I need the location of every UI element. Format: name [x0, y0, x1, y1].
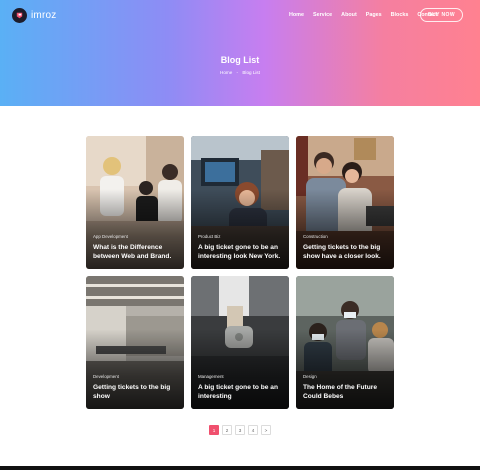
blog-card[interactable]: Construction Getting tickets to the big … — [296, 136, 394, 269]
nav-item-pages[interactable]: Pages — [366, 12, 382, 18]
next-page-button[interactable]: > — [261, 425, 271, 435]
blog-card-category[interactable]: Construction — [303, 234, 328, 239]
blog-card-title[interactable]: A big ticket gone to be an interesting — [198, 383, 284, 402]
breadcrumb-separator: - — [236, 70, 239, 75]
nav-item-home[interactable]: Home — [289, 12, 304, 18]
buy-now-button[interactable]: BUY NOW — [420, 8, 463, 22]
page-button[interactable]: 4 — [248, 425, 258, 435]
footer-bar — [0, 466, 480, 470]
page-title: Blog List — [220, 55, 260, 65]
blog-card[interactable]: Development Getting tickets to the big s… — [86, 276, 184, 409]
blog-card-category[interactable]: Management — [198, 374, 224, 379]
blog-card-category[interactable]: Product Biz — [198, 234, 220, 239]
nav-item-service[interactable]: Service — [313, 12, 332, 18]
logo-icon — [12, 8, 27, 23]
logo-text: imroz — [31, 10, 57, 21]
breadcrumb-current: Blog List — [242, 70, 260, 75]
blog-card[interactable]: Product Biz A big ticket gone to be an i… — [191, 136, 289, 269]
blog-card[interactable]: Management A big ticket gone to be an in… — [191, 276, 289, 409]
nav-item-about[interactable]: About — [341, 12, 357, 18]
blog-card-title[interactable]: What is the Difference between Web and B… — [93, 243, 179, 262]
breadcrumb: Home - Blog List — [0, 70, 480, 75]
page-button[interactable]: 3 — [235, 425, 245, 435]
blog-card[interactable]: Design The Home of the Future Could Bebe… — [296, 276, 394, 409]
nav-item-blocks[interactable]: Blocks — [391, 12, 409, 18]
blog-card-title[interactable]: The Home of the Future Could Bebes — [303, 383, 389, 402]
blog-card-title[interactable]: Getting tickets to the big show have a c… — [303, 243, 389, 262]
blog-card-title[interactable]: A big ticket gone to be an interesting l… — [198, 243, 284, 262]
main-nav: Home Service About Pages Blocks Contact — [289, 12, 437, 18]
page-button[interactable]: 2 — [222, 425, 232, 435]
breadcrumb-home[interactable]: Home — [220, 70, 232, 75]
site-logo[interactable]: imroz — [12, 8, 56, 23]
hero-banner: imroz Home Service About Pages Blocks Co… — [0, 0, 480, 106]
blog-card-title[interactable]: Getting tickets to the big show — [93, 383, 179, 402]
blog-card-category[interactable]: Development — [93, 374, 119, 379]
blog-card-category[interactable]: Design — [303, 374, 317, 379]
blog-card-category[interactable]: App Development — [93, 234, 128, 239]
pagination: 1 2 3 4 > — [209, 425, 271, 435]
blog-card[interactable]: App Development What is the Difference b… — [86, 136, 184, 269]
page-button[interactable]: 1 — [209, 425, 219, 435]
